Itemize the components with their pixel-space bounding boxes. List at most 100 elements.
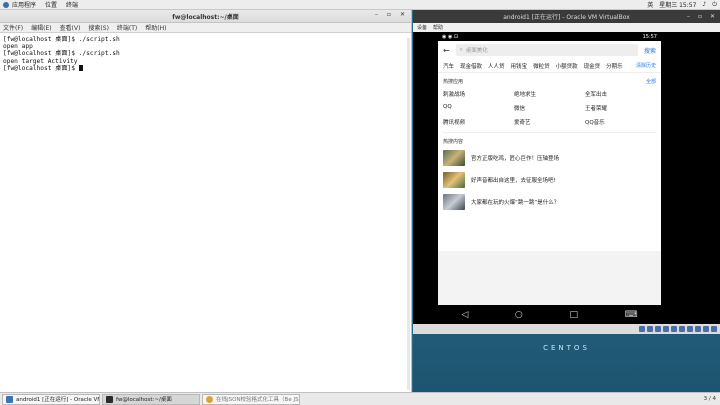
terminal-menu[interactable]: 终端: [66, 0, 78, 9]
recording-icon[interactable]: [687, 326, 693, 332]
cpu-icon[interactable]: [695, 326, 701, 332]
terminal-prompt-line: [fw@localhost 桌面]$: [3, 64, 408, 72]
minimize-icon[interactable]: –: [375, 11, 378, 18]
terminal-window: fw@localhost:~/桌面 – ▫ ✕ 文件(F) 编辑(E) 查看(V) …: [0, 10, 412, 392]
hot-app-item[interactable]: 绝地求生: [514, 90, 585, 98]
search-icon: ⌕: [459, 46, 463, 53]
workspace-pager[interactable]: 3 / 4: [704, 396, 716, 402]
task-browser[interactable]: 在线JSON校验格式化工具（Be JSON...: [202, 393, 300, 405]
power-icon[interactable]: ⏻: [712, 1, 717, 9]
history-item[interactable]: 微粒贷: [533, 62, 550, 70]
terminal-line: [fw@localhost 桌面]$ ./script.sh: [3, 36, 120, 43]
input-method-indicator[interactable]: 英: [647, 0, 653, 9]
network-icon[interactable]: [655, 326, 661, 332]
history-item[interactable]: 小额贷款: [556, 62, 578, 70]
shared-folder-icon[interactable]: [671, 326, 677, 332]
search-input[interactable]: ⌕ 桌面美化: [455, 44, 638, 56]
maximize-icon[interactable]: ▫: [387, 11, 391, 18]
virtualbox-title: android1 [正在运行] - Oracle VM VirtualBox: [503, 14, 630, 21]
news-thumbnail: [443, 172, 465, 188]
usb-icon[interactable]: [663, 326, 669, 332]
terminal-cursor: [78, 64, 83, 71]
hot-app-item[interactable]: 微信: [514, 104, 585, 112]
hot-app-item[interactable]: 爱奇艺: [514, 118, 585, 126]
places-menu[interactable]: 位置: [45, 0, 57, 9]
back-arrow-icon[interactable]: ←: [443, 46, 450, 55]
menu-devices[interactable]: 设备: [417, 24, 427, 31]
volume-icon[interactable]: ♪: [702, 1, 706, 8]
menu-help[interactable]: 帮助(H): [145, 23, 166, 32]
hot-content-list: 官方正版吃鸡，匠心巨作！压轴登场 好声音都出自这里，去征服全场吧! 大家都在玩的…: [438, 148, 661, 212]
menu-view[interactable]: 查看(V): [60, 23, 81, 32]
keyboard-icon[interactable]: ⌨: [625, 310, 638, 320]
terminal-scrollbar[interactable]: [407, 38, 410, 390]
vm-display[interactable]: ◉ ◉ ⊡ 15:57 ← ⌕ 桌面美化 搜索 汽车 现金借款 人人贷 用钱宝 微…: [413, 32, 720, 324]
news-item[interactable]: 官方正版吃鸡，匠心巨作！压轴登场: [443, 148, 656, 168]
hot-app-item[interactable]: QQ音乐: [585, 118, 656, 126]
menu-edit[interactable]: 编辑(E): [31, 23, 51, 32]
clock[interactable]: 星期三 15:57: [659, 0, 696, 9]
hot-app-item[interactable]: 刺激战场: [443, 90, 514, 98]
menu-terminal[interactable]: 终端(T): [117, 23, 137, 32]
section-title: 热搜应用: [443, 79, 464, 85]
news-title: 好声音都出自这里，去征服全场吧!: [471, 178, 556, 184]
menu-file[interactable]: 文件(F): [3, 23, 23, 32]
news-title: 官方正版吃鸡，匠心巨作！压轴登场: [471, 156, 560, 162]
task-virtualbox[interactable]: android1 [正在运行] - Oracle VM Vir...: [2, 393, 100, 405]
mouse-integration-icon[interactable]: [703, 326, 709, 332]
clear-history-button[interactable]: 清除历史: [636, 62, 656, 69]
browser-icon: [206, 395, 213, 403]
news-thumbnail: [443, 150, 465, 166]
history-item[interactable]: 用钱宝: [511, 62, 528, 70]
history-item[interactable]: 现金借款: [460, 62, 482, 70]
history-item[interactable]: 汽车: [443, 62, 454, 70]
history-item[interactable]: 人人贷: [488, 62, 505, 70]
terminal-line: [fw@localhost 桌面]$ ./script.sh: [3, 50, 120, 58]
nav-back-icon[interactable]: ◁: [461, 310, 468, 320]
hot-app-item[interactable]: 全军出击: [585, 90, 656, 98]
applications-icon: [3, 1, 9, 8]
terminal-menubar: 文件(F) 编辑(E) 查看(V) 搜索(S) 终端(T) 帮助(H): [0, 23, 411, 33]
applications-menu[interactable]: 应用程序: [3, 0, 36, 9]
terminal-title: fw@localhost:~/桌面: [172, 13, 239, 21]
storage-icon[interactable]: [639, 326, 645, 332]
news-title: 大家都在玩的火爆“跳一跳”是什么？: [471, 200, 560, 206]
close-icon[interactable]: ✕: [400, 11, 405, 18]
section-title: 热搜内容: [443, 139, 464, 145]
minimize-icon[interactable]: –: [687, 13, 690, 20]
news-item[interactable]: 好声音都出自这里，去征服全场吧!: [443, 170, 656, 190]
desktop-brand: CENTOS: [543, 344, 590, 352]
menu-help[interactable]: 帮助: [433, 24, 443, 31]
virtualbox-icon: [6, 395, 13, 403]
hot-app-item[interactable]: QQ: [443, 104, 514, 112]
maximize-icon[interactable]: ▫: [698, 13, 702, 20]
virtualbox-window: android1 [正在运行] - Oracle VM VirtualBox –…: [413, 10, 720, 392]
virtualbox-titlebar[interactable]: android1 [正在运行] - Oracle VM VirtualBox –…: [413, 10, 720, 23]
history-item[interactable]: 分期乐: [606, 62, 623, 70]
nav-recents-icon[interactable]: □: [569, 310, 578, 320]
history-item[interactable]: 现金贷: [584, 62, 601, 70]
news-item[interactable]: 大家都在玩的火爆“跳一跳”是什么？: [443, 192, 656, 212]
terminal-titlebar[interactable]: fw@localhost:~/桌面 – ▫ ✕: [0, 10, 411, 23]
terminal-line: open target Activity: [3, 57, 78, 65]
taskbar: android1 [正在运行] - Oracle VM Vir... fw@lo…: [0, 392, 720, 405]
search-header: ← ⌕ 桌面美化 搜索: [438, 41, 661, 59]
android-status-bar: ◉ ◉ ⊡ 15:57: [438, 32, 661, 41]
nav-home-icon[interactable]: ○: [515, 310, 523, 320]
host-key-icon[interactable]: [711, 326, 717, 332]
virtualbox-menubar: 设备 帮助: [413, 23, 720, 32]
close-icon[interactable]: ✕: [710, 13, 715, 20]
hot-content-header: 热搜内容: [438, 133, 661, 148]
news-thumbnail: [443, 194, 465, 210]
terminal-output[interactable]: [fw@localhost 桌面]$ ./script.sh open app …: [0, 33, 411, 75]
hot-apps-all-link[interactable]: 全部: [646, 78, 656, 85]
menu-search[interactable]: 搜索(S): [88, 23, 109, 32]
optical-drive-icon[interactable]: [647, 326, 653, 332]
display-icon[interactable]: [679, 326, 685, 332]
hot-app-item[interactable]: 腾讯视频: [443, 118, 514, 126]
task-terminal[interactable]: fw@localhost:~/桌面: [102, 393, 200, 405]
search-button[interactable]: 搜索: [644, 46, 656, 55]
hot-app-item[interactable]: 王者荣耀: [585, 104, 656, 112]
search-history: 汽车 现金借款 人人贷 用钱宝 微粒贷 小额贷款 现金贷 分期乐 清除历史: [438, 59, 661, 73]
notification-icons: ◉ ◉ ⊡: [442, 33, 459, 40]
